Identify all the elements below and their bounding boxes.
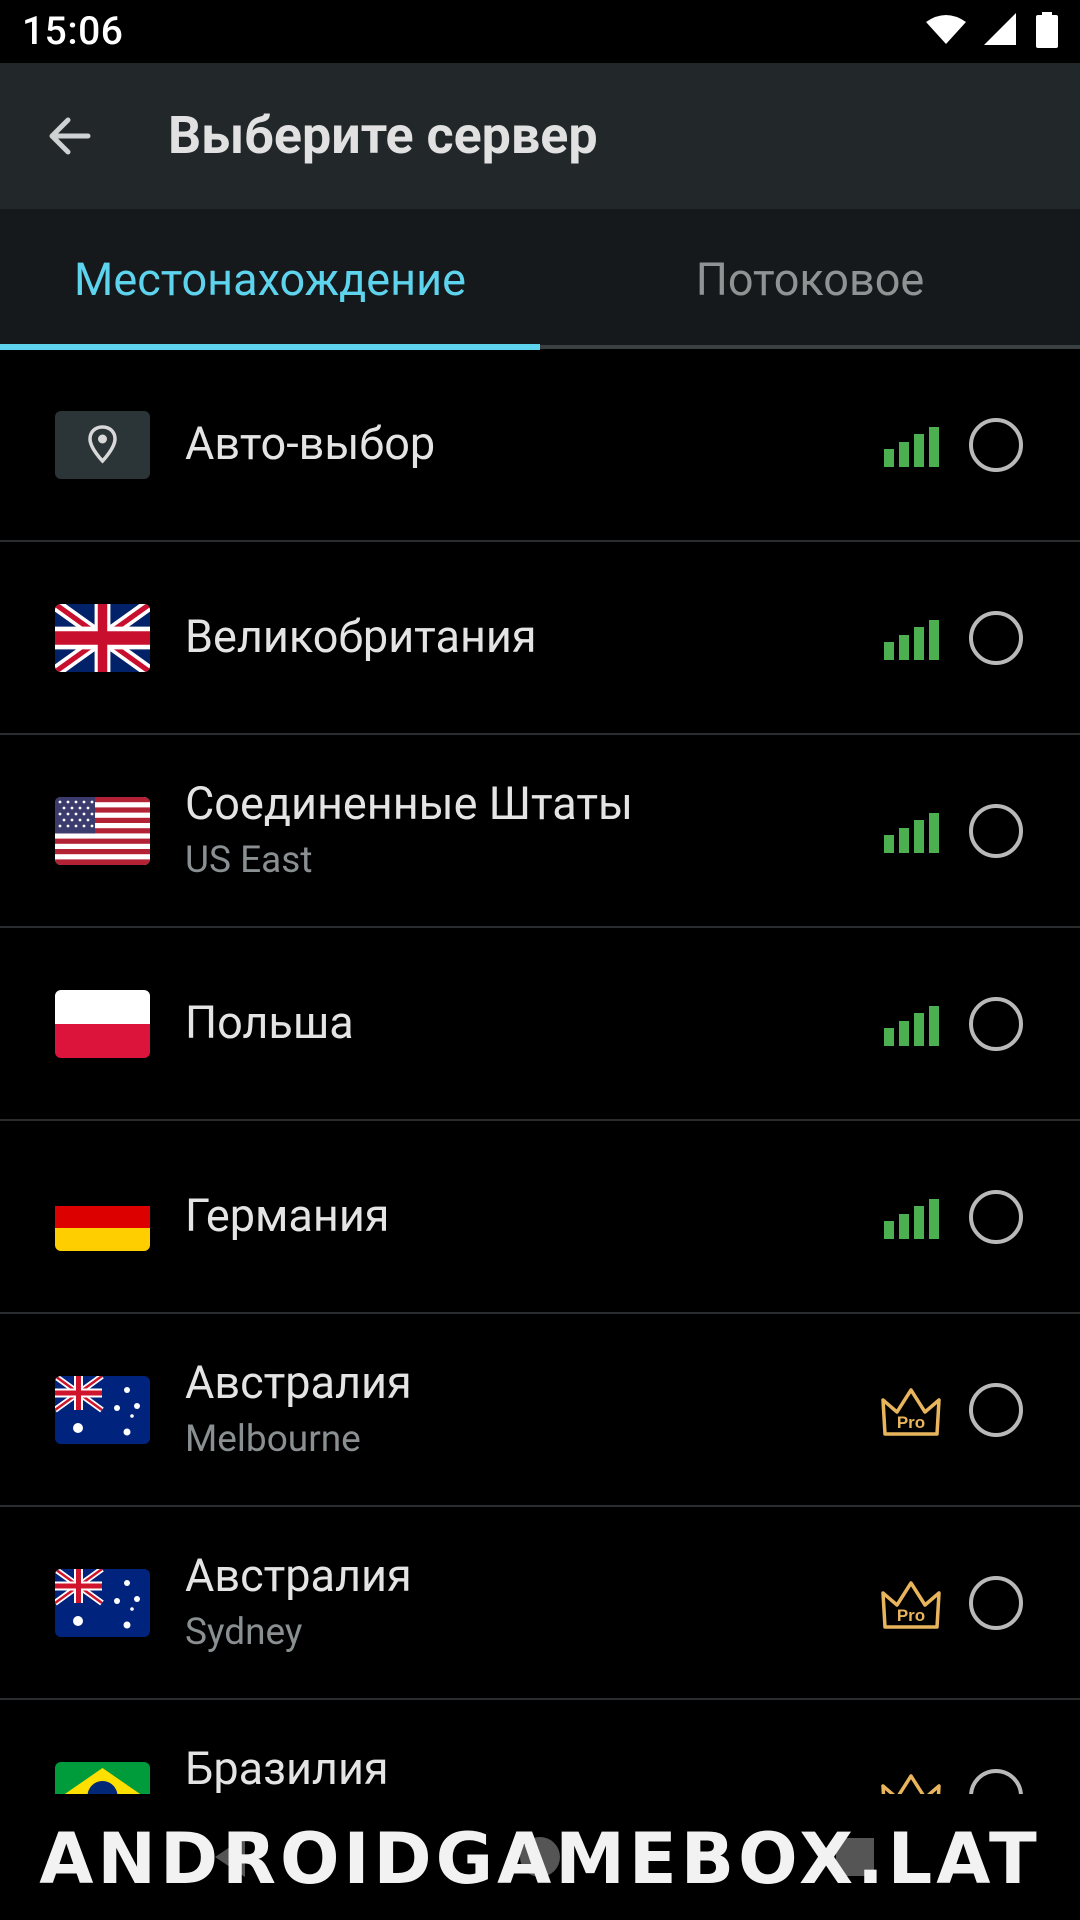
tab-streaming[interactable]: Потоковое [540,209,1080,349]
app-bar: Выберите сервер [0,63,1080,209]
back-arrow-icon[interactable] [40,106,100,166]
germany-flag-icon [55,1183,150,1251]
server-list: Авто-выбор Великобритания Соединенные Шт… [0,349,1080,1794]
brazil-flag-icon [55,1762,150,1794]
server-radio[interactable] [969,418,1023,472]
server-row-poland[interactable]: Польша [0,928,1080,1121]
status-icons [926,12,1058,48]
tab-bar: Местонахождение Потоковое [0,209,1080,350]
server-row-germany[interactable]: Германия [0,1121,1080,1314]
server-name: Великобритания [185,610,537,663]
server-name: Соединенные Штаты [185,777,633,830]
server-city: Sydney [185,1611,303,1654]
poland-flag-icon [55,990,150,1058]
signal-strength-icon [884,813,939,853]
signal-strength-icon [884,427,939,467]
server-row-brazil[interactable]: Бразилия Pro [0,1700,1080,1794]
server-city: US East [185,839,313,882]
server-name: Польша [185,996,354,1049]
battery-icon [1036,12,1058,48]
watermark-text: ANDROIDGAMEBOX.LAT [39,1818,1041,1900]
server-name: Австралия [185,1549,412,1602]
signal-strength-icon [884,1199,939,1239]
tab-location[interactable]: Местонахождение [0,209,540,349]
server-row-uk[interactable]: Великобритания [0,542,1080,735]
status-bar: 15:06 [0,0,1080,63]
server-city: Melbourne [185,1418,361,1461]
server-name: Авто-выбор [185,417,436,470]
australia-flag-icon [55,1569,150,1637]
server-name: Бразилия [185,1742,389,1794]
pro-crown-icon: Pro [880,1772,942,1794]
server-radio[interactable] [969,1383,1023,1437]
pro-crown-icon: Pro [880,1386,942,1438]
signal-strength-icon [884,1006,939,1046]
australia-flag-icon [55,1376,150,1444]
status-time: 15:06 [22,8,124,54]
server-row-australia-sydney[interactable]: Австралия Sydney Pro [0,1507,1080,1700]
server-radio[interactable] [969,997,1023,1051]
uk-flag-icon [55,604,150,672]
location-pin-icon [55,411,150,479]
signal-strength-icon [884,620,939,660]
server-radio[interactable] [969,1769,1023,1794]
pro-crown-icon: Pro [880,1579,942,1631]
server-radio[interactable] [969,804,1023,858]
wifi-icon [926,15,966,44]
server-row-us[interactable]: Соединенные Штаты US East [0,735,1080,928]
cell-signal-icon [984,13,1016,45]
svg-text:Pro: Pro [897,1413,925,1432]
server-radio[interactable] [969,1576,1023,1630]
us-flag-icon [55,797,150,865]
server-row-australia-melbourne[interactable]: Австралия Melbourne Pro [0,1314,1080,1507]
svg-text:Pro: Pro [897,1606,925,1625]
server-radio[interactable] [969,611,1023,665]
server-name: Германия [185,1189,390,1242]
page-title: Выберите сервер [168,105,598,166]
server-radio[interactable] [969,1190,1023,1244]
server-name: Австралия [185,1356,412,1409]
server-row-auto[interactable]: Авто-выбор [0,349,1080,542]
